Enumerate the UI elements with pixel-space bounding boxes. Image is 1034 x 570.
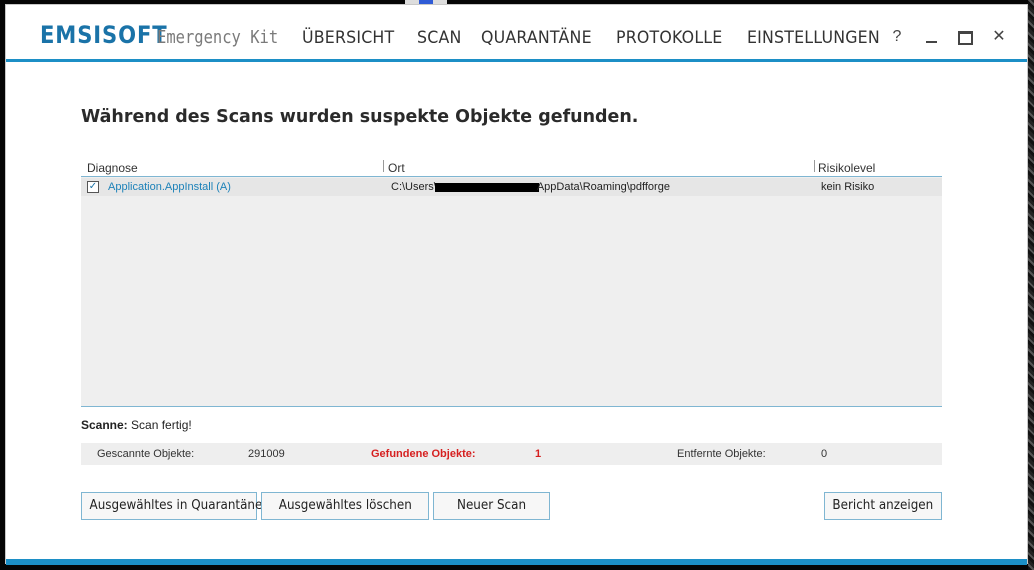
risk-level-cell: kein Risiko [821,181,875,193]
header-divider [6,59,1027,62]
delete-selected-label: Ausgewähltes löschen [278,498,412,513]
scan-statistics: Gescannte Objekte: 291009 Gefundene Obje… [81,443,942,465]
nav-item-protokolle[interactable]: PROTOKOLLE [616,28,722,48]
redacted-username [434,182,539,192]
desktop-background [1028,0,1034,570]
page-title: Während des Scans wurden suspekte Objekt… [81,106,639,127]
new-scan-label: Neuer Scan [456,498,527,513]
footer-accent-bar [6,559,1027,565]
scanned-objects-label: Gescannte Objekte: [97,448,195,460]
brand-logo: EMSISOFT [40,21,168,49]
column-separator[interactable] [383,160,384,172]
scan-status-value: Scan fertig! [131,418,192,432]
diagnose-cell[interactable]: Application.AppInstall (A) [108,181,231,193]
ort-path-prefix: C:\Users\ [391,181,437,193]
titlebar: EMSISOFT Emergency Kit ÜBERSICHT SCAN QU… [6,5,1027,60]
column-header-risikolevel[interactable]: Risikolevel [818,161,875,175]
ort-cell: C:\Users\ AppData\Roaming\pdfforge [391,181,670,193]
nav-item-uebersicht[interactable]: ÜBERSICHT [302,28,394,48]
table-row[interactable]: ✓ Application.AppInstall (A) C:\Users\ Ap… [81,178,942,196]
quarantine-selected-button[interactable]: Ausgewähltes in Quarantäne [81,492,262,520]
quarantine-selected-label: Ausgewähltes in Quarantäne [89,498,263,513]
results-table: Diagnose Ort Risikolevel ✓ Application.A… [81,157,942,407]
product-subtitle: Emergency Kit [157,27,279,48]
scan-status-label: Scanne: [81,418,128,432]
nav-item-einstellungen[interactable]: EINSTELLUNGEN [747,28,880,48]
emsisoft-window: EMSISOFT Emergency Kit ÜBERSICHT SCAN QU… [5,4,1028,565]
column-separator[interactable] [814,160,815,172]
help-button[interactable]: ? [887,27,907,47]
found-objects-label: Gefundene Objekte: [371,448,476,460]
show-report-button[interactable]: Bericht anzeigen [824,492,942,520]
new-scan-button[interactable]: Neuer Scan [433,492,550,520]
main-nav: ÜBERSICHT SCAN QUARANTÄNE PROTOKOLLE EIN… [302,28,890,48]
found-objects-value: 1 [535,448,542,460]
nav-item-scan[interactable]: SCAN [417,28,461,48]
window-controls: ? ✕ [887,27,1009,47]
minimize-button[interactable] [921,27,941,47]
row-checkbox[interactable]: ✓ [87,181,99,193]
column-header-ort[interactable]: Ort [388,161,405,175]
table-header: Diagnose Ort Risikolevel [81,157,942,177]
removed-objects-value: 0 [821,448,828,460]
show-report-label: Bericht anzeigen [832,498,934,513]
maximize-button[interactable] [955,27,975,47]
scanned-objects-value: 291009 [248,448,285,460]
ort-path-suffix: AppData\Roaming\pdfforge [536,181,670,193]
removed-objects-label: Entfernte Objekte: [677,448,766,460]
delete-selected-button[interactable]: Ausgewähltes löschen [261,492,429,520]
column-header-diagnose[interactable]: Diagnose [87,161,138,175]
nav-item-quarantaene[interactable]: QUARANTÄNE [481,28,592,48]
close-button[interactable]: ✕ [989,27,1009,47]
brand-logo-left: EMSI [40,21,103,49]
scan-status: Scanne: Scan fertig! [81,418,192,432]
